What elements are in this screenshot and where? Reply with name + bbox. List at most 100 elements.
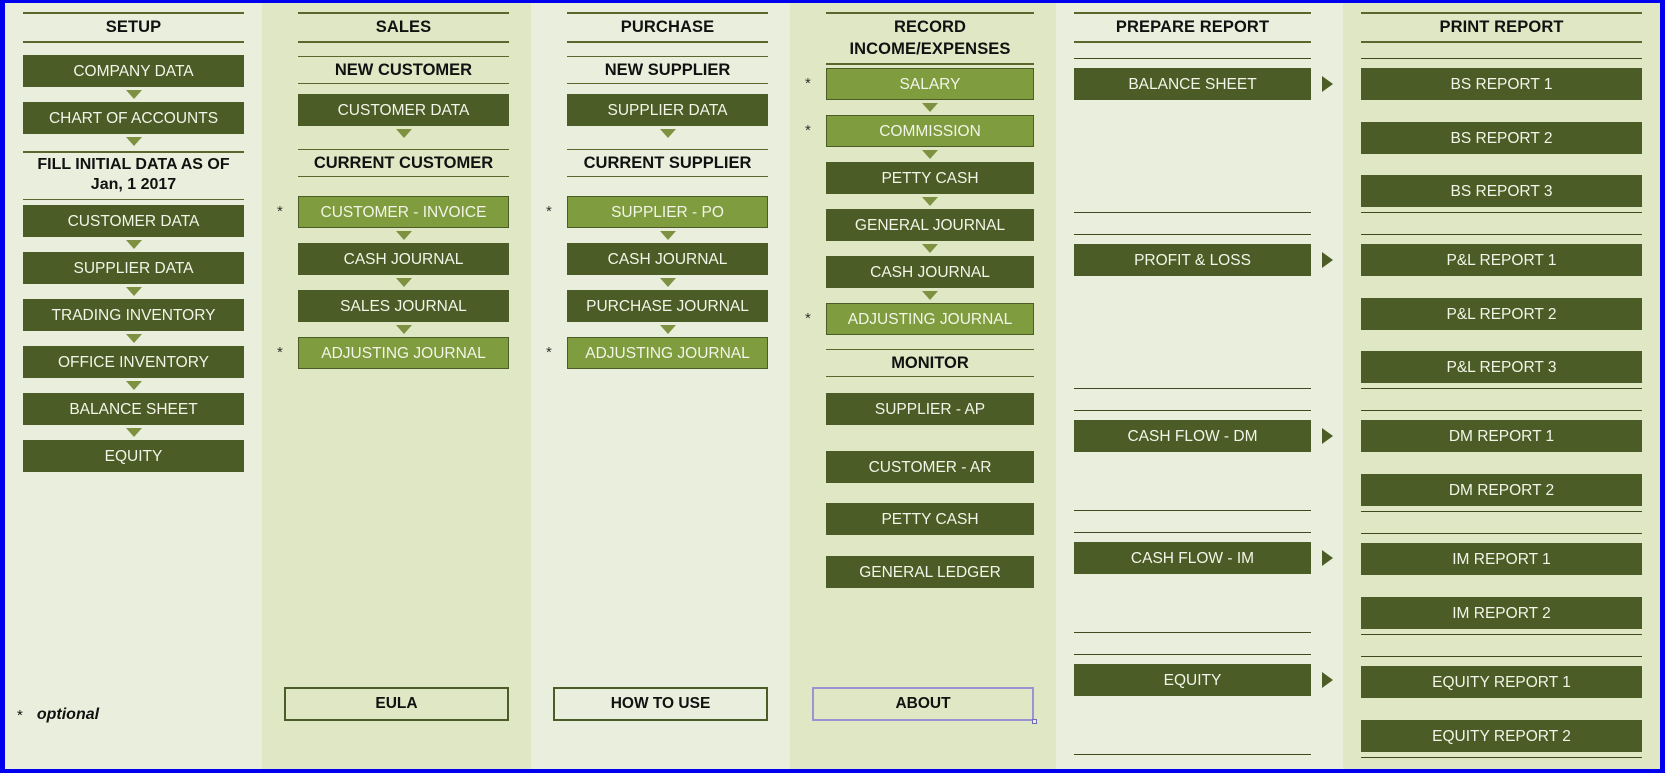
prepare-row: CASH FLOW - DM bbox=[1074, 419, 1333, 452]
button-cash-journal[interactable]: CASH JOURNAL bbox=[826, 255, 1034, 288]
button-dm-report-2[interactable]: DM REPORT 2 bbox=[1361, 473, 1642, 506]
button-supplier-ap[interactable]: SUPPLIER - AP bbox=[826, 392, 1034, 425]
down-arrow-icon bbox=[659, 277, 676, 287]
button-row: TRADING INVENTORY bbox=[23, 298, 244, 331]
button-pl-report-2[interactable]: P&L REPORT 2 bbox=[1361, 297, 1642, 330]
button-trading-inventory[interactable]: TRADING INVENTORY bbox=[23, 298, 244, 331]
prepare-row: PROFIT & LOSS bbox=[1074, 243, 1333, 276]
button-row: DM REPORT 2 bbox=[1361, 473, 1642, 506]
button-adjusting-journal[interactable]: ADJUSTING JOURNAL bbox=[826, 302, 1034, 335]
button-cash-journal[interactable]: CASH JOURNAL bbox=[298, 242, 509, 275]
column-print-report: PRINT REPORT BS REPORT 1 BS REPORT 2 BS … bbox=[1343, 3, 1660, 769]
button-customer-invoice[interactable]: CUSTOMER - INVOICE bbox=[298, 195, 509, 228]
button-row: * COMMISSION bbox=[805, 114, 1034, 147]
prepare-row: BALANCE SHEET bbox=[1074, 67, 1333, 100]
button-supplier-data[interactable]: SUPPLIER DATA bbox=[23, 251, 244, 284]
subheader-new-supplier: NEW SUPPLIER bbox=[567, 55, 768, 84]
button-row: SUPPLIER - AP bbox=[826, 392, 1034, 425]
button-equity-report-2[interactable]: EQUITY REPORT 2 bbox=[1361, 719, 1642, 752]
button-row: CASH JOURNAL bbox=[298, 242, 509, 275]
down-arrow-icon bbox=[395, 128, 412, 138]
button-cash-journal[interactable]: CASH JOURNAL bbox=[567, 242, 768, 275]
app-frame: SETUP COMPANY DATA CHART OF ACCOUNTS FIL… bbox=[5, 3, 1660, 769]
button-company-data[interactable]: COMPANY DATA bbox=[23, 54, 244, 87]
note-fill-initial-data: FILL INITIAL DATA AS OF Jan, 1 2017 bbox=[23, 150, 244, 200]
button-salary[interactable]: SALARY bbox=[826, 67, 1034, 100]
right-arrow-icon bbox=[1322, 427, 1333, 444]
down-arrow-icon bbox=[395, 277, 412, 287]
button-customer-data[interactable]: CUSTOMER DATA bbox=[23, 204, 244, 237]
button-row: * SUPPLIER - PO bbox=[546, 195, 768, 228]
button-row: BS REPORT 2 bbox=[1361, 121, 1642, 154]
right-arrow-icon bbox=[1322, 251, 1333, 268]
button-customer-ar[interactable]: CUSTOMER - AR bbox=[826, 450, 1034, 483]
button-row: BS REPORT 3 bbox=[1361, 174, 1642, 207]
button-purchase-journal[interactable]: PURCHASE JOURNAL bbox=[567, 289, 768, 322]
column-purchase: PURCHASE NEW SUPPLIER SUPPLIER DATA CURR… bbox=[531, 3, 790, 769]
button-row: * ADJUSTING JOURNAL bbox=[546, 336, 768, 369]
button-row: CASH JOURNAL bbox=[567, 242, 768, 275]
button-adjusting-journal[interactable]: ADJUSTING JOURNAL bbox=[298, 336, 509, 369]
button-bs-report-3[interactable]: BS REPORT 3 bbox=[1361, 174, 1642, 207]
button-row: SUPPLIER DATA bbox=[23, 251, 244, 284]
button-balance-sheet[interactable]: BALANCE SHEET bbox=[1074, 67, 1311, 100]
button-cash-flow-dm[interactable]: CASH FLOW - DM bbox=[1074, 419, 1311, 452]
down-arrow-icon bbox=[922, 102, 938, 112]
asterisk-icon: * bbox=[805, 121, 811, 139]
button-dm-report-1[interactable]: DM REPORT 1 bbox=[1361, 419, 1642, 452]
subheader-current-supplier: CURRENT SUPPLIER bbox=[567, 148, 768, 177]
button-row: EQUITY REPORT 2 bbox=[1361, 719, 1642, 752]
legend-optional-label: optional bbox=[36, 706, 100, 723]
button-supplier-data[interactable]: SUPPLIER DATA bbox=[567, 93, 768, 126]
button-sales-journal[interactable]: SALES JOURNAL bbox=[298, 289, 509, 322]
button-row: P&L REPORT 1 bbox=[1361, 243, 1642, 276]
button-row: SALES JOURNAL bbox=[298, 289, 509, 322]
down-arrow-icon bbox=[125, 427, 142, 437]
down-arrow-icon bbox=[125, 136, 142, 146]
down-arrow-icon bbox=[659, 128, 676, 138]
button-equity-report-1[interactable]: EQUITY REPORT 1 bbox=[1361, 665, 1642, 698]
button-customer-data[interactable]: CUSTOMER DATA bbox=[298, 93, 509, 126]
button-row: DM REPORT 1 bbox=[1361, 419, 1642, 452]
button-row: IM REPORT 1 bbox=[1361, 542, 1642, 575]
button-petty-cash-monitor[interactable]: PETTY CASH bbox=[826, 502, 1034, 535]
right-arrow-icon bbox=[1322, 75, 1333, 92]
button-adjusting-journal[interactable]: ADJUSTING JOURNAL bbox=[567, 336, 768, 369]
button-petty-cash[interactable]: PETTY CASH bbox=[826, 161, 1034, 194]
column-setup: SETUP COMPANY DATA CHART OF ACCOUNTS FIL… bbox=[5, 3, 262, 769]
button-commission[interactable]: COMMISSION bbox=[826, 114, 1034, 147]
button-row: SUPPLIER DATA bbox=[567, 93, 768, 126]
button-eula[interactable]: EULA bbox=[284, 687, 509, 721]
button-row: P&L REPORT 3 bbox=[1361, 350, 1642, 383]
button-cash-flow-im[interactable]: CASH FLOW - IM bbox=[1074, 541, 1311, 574]
button-row: * ADJUSTING JOURNAL bbox=[805, 302, 1034, 335]
down-arrow-icon bbox=[125, 333, 142, 343]
down-arrow-icon bbox=[125, 286, 142, 296]
selection-handle[interactable] bbox=[1032, 719, 1037, 724]
button-pl-report-3[interactable]: P&L REPORT 3 bbox=[1361, 350, 1642, 383]
button-row: * CUSTOMER - INVOICE bbox=[277, 195, 509, 228]
prepare-row: EQUITY bbox=[1074, 663, 1333, 696]
right-arrow-icon bbox=[1322, 549, 1333, 566]
button-bs-report-2[interactable]: BS REPORT 2 bbox=[1361, 121, 1642, 154]
button-about[interactable]: ABOUT bbox=[812, 687, 1034, 721]
button-row: CUSTOMER DATA bbox=[23, 204, 244, 237]
asterisk-icon: * bbox=[17, 706, 23, 724]
down-arrow-icon bbox=[125, 380, 142, 390]
button-profit-and-loss[interactable]: PROFIT & LOSS bbox=[1074, 243, 1311, 276]
button-im-report-2[interactable]: IM REPORT 2 bbox=[1361, 596, 1642, 629]
button-pl-report-1[interactable]: P&L REPORT 1 bbox=[1361, 243, 1642, 276]
button-bs-report-1[interactable]: BS REPORT 1 bbox=[1361, 67, 1642, 100]
button-general-journal[interactable]: GENERAL JOURNAL bbox=[826, 208, 1034, 241]
button-im-report-1[interactable]: IM REPORT 1 bbox=[1361, 542, 1642, 575]
button-how-to-use[interactable]: HOW TO USE bbox=[553, 687, 768, 721]
button-equity[interactable]: EQUITY bbox=[1074, 663, 1311, 696]
asterisk-icon: * bbox=[277, 343, 283, 361]
button-chart-of-accounts[interactable]: CHART OF ACCOUNTS bbox=[23, 101, 244, 134]
button-supplier-po[interactable]: SUPPLIER - PO bbox=[567, 195, 768, 228]
button-office-inventory[interactable]: OFFICE INVENTORY bbox=[23, 345, 244, 378]
button-row: PURCHASE JOURNAL bbox=[567, 289, 768, 322]
button-equity[interactable]: EQUITY bbox=[23, 439, 244, 472]
button-balance-sheet[interactable]: BALANCE SHEET bbox=[23, 392, 244, 425]
button-general-ledger[interactable]: GENERAL LEDGER bbox=[826, 555, 1034, 588]
